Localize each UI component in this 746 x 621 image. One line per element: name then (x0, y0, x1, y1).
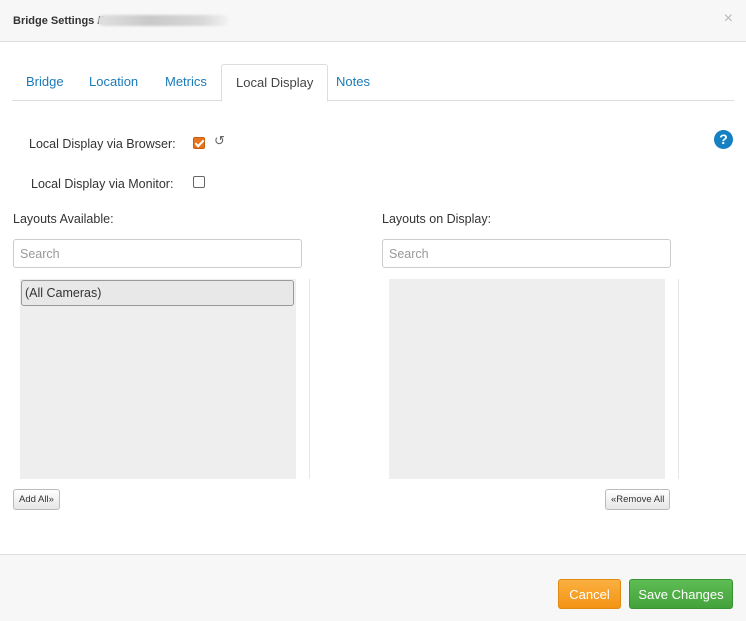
dialog-title: Bridge Settings // (13, 15, 104, 27)
on-display-search-input[interactable] (382, 239, 671, 268)
layouts-available-heading: Layouts Available: (13, 212, 114, 226)
dialog-header: Bridge Settings // × (0, 0, 746, 42)
available-search-input[interactable] (13, 239, 302, 268)
tab-bridge[interactable]: Bridge (12, 64, 78, 101)
list-item[interactable]: (All Cameras) (21, 280, 294, 306)
close-icon[interactable]: × (724, 10, 733, 28)
browser-display-label: Local Display via Browser: (29, 137, 176, 151)
tab-location[interactable]: Location (75, 64, 152, 101)
tab-local-display[interactable]: Local Display (221, 64, 329, 102)
layouts-on-display-heading: Layouts on Display: (382, 212, 492, 226)
tab-bar: Bridge Location Metrics Local Display No… (12, 64, 734, 102)
undo-icon[interactable]: ↺ (214, 134, 225, 148)
redacted-bridge-name (98, 15, 228, 26)
tab-notes[interactable]: Notes (322, 64, 384, 101)
on-display-listbox[interactable] (389, 279, 665, 479)
save-changes-button[interactable]: Save Changes (629, 579, 733, 609)
cancel-button[interactable]: Cancel (558, 579, 621, 609)
dialog-footer: Cancel Save Changes (0, 554, 746, 621)
on-display-list-container (389, 279, 679, 479)
monitor-display-checkbox[interactable] (193, 176, 205, 188)
remove-all-button[interactable]: «Remove All (605, 489, 671, 510)
tab-metrics[interactable]: Metrics (151, 64, 221, 101)
browser-display-checkbox[interactable] (193, 137, 205, 149)
available-listbox[interactable]: (All Cameras) (20, 279, 296, 479)
help-icon[interactable]: ? (714, 130, 733, 149)
monitor-display-label: Local Display via Monitor: (31, 177, 174, 191)
add-all-button[interactable]: Add All» (13, 489, 60, 510)
available-list-container: (All Cameras) (20, 279, 310, 479)
